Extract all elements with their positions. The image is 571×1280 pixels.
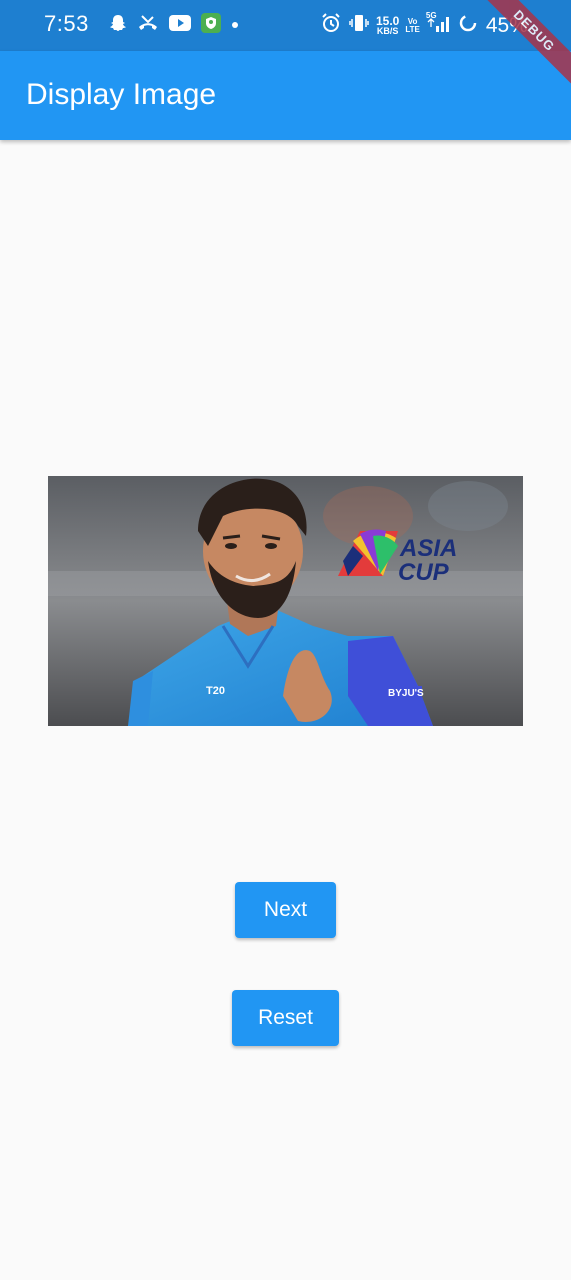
dot-icon (230, 17, 240, 35)
battery-saver-icon (458, 13, 478, 38)
snapchat-icon (108, 13, 128, 38)
status-bar: 7:53 15.0 KB/S Vo LTE 5G 45% DEBUG (0, 0, 571, 92)
shield-app-icon (201, 13, 221, 38)
status-right-icons: 15.0 KB/S Vo LTE 5G 45% (320, 11, 528, 39)
net-speed-indicator: 15.0 KB/S (376, 15, 399, 36)
alarm-icon (320, 12, 342, 39)
app-title: Display Image (26, 78, 217, 111)
svg-text:T20: T20 (206, 685, 225, 697)
volte-indicator: Vo LTE (405, 17, 420, 34)
status-time: 7:53 (44, 11, 89, 36)
next-button[interactable]: Next (235, 882, 336, 938)
network-type: 5G (425, 11, 437, 20)
youtube-icon (168, 14, 192, 37)
vibrate-icon (348, 12, 370, 39)
status-left-icons (108, 13, 240, 38)
signal-icon: 5G (425, 11, 452, 38)
app-bar: Display Image (0, 51, 571, 140)
logo-line2: CUP (398, 559, 450, 586)
reset-button[interactable]: Reset (232, 990, 339, 1046)
net-speed-unit: KB/S (376, 26, 399, 36)
sponsor-text: BYJU'S (388, 688, 424, 699)
logo-line1: ASIA (399, 535, 457, 562)
displayed-image: T20 BYJU'S ASIA CUP (48, 476, 523, 726)
missed-call-icon (137, 13, 159, 38)
volte-bottom: LTE (405, 24, 420, 34)
cricket-player-photo: T20 BYJU'S ASIA CUP (48, 476, 523, 726)
